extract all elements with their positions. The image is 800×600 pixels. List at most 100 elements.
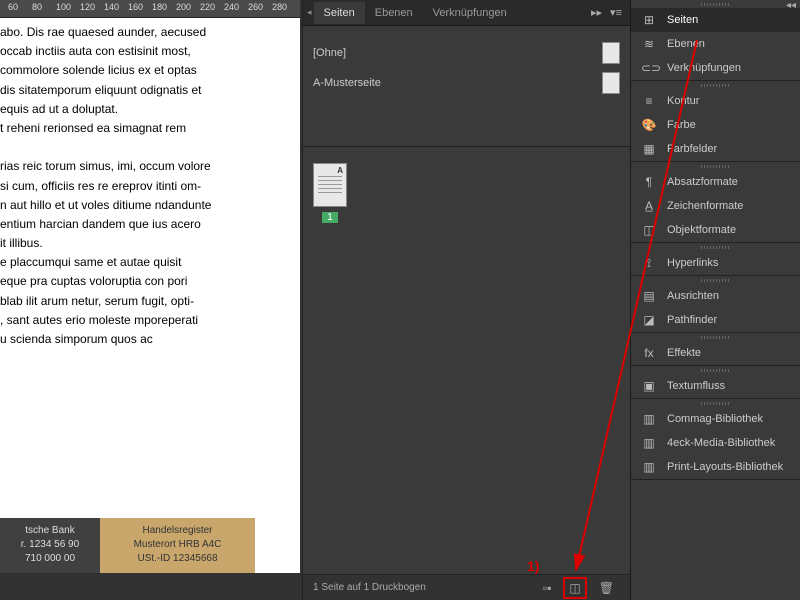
master-none[interactable]: [Ohne] [313,42,620,64]
absatzformate-icon: ¶ [641,175,657,189]
panel-item-label: Seiten [667,14,698,26]
panel-item-print-layouts-bibliothek[interactable]: ▥ Print-Layouts-Bibliothek [631,455,800,479]
pages-panel-footer: 1 Seite auf 1 Druckbogen ▫▪ ◫ 🗑 [303,574,630,600]
master-none-thumb[interactable] [602,42,620,64]
panel-group-grip[interactable] [631,399,800,407]
panel-item--eck-media-bibliothek[interactable]: ▥ 4eck-Media-Bibliothek [631,431,800,455]
panel-group-grip[interactable] [631,162,800,170]
annotation-label: 1) [527,558,539,574]
panel-item-label: Ausrichten [667,290,719,302]
panel-item-pathfinder[interactable]: ◪ Pathfinder [631,308,800,332]
master-pages-area: [Ohne] A-Musterseite [303,26,630,146]
panel-item-label: Farbfelder [667,143,717,155]
body-text-line [0,139,290,155]
panel-item-ebenen[interactable]: ≋ Ebenen [631,32,800,56]
panel-item-label: Objektformate [667,224,736,236]
panel-grip-icon[interactable]: ◂ [307,7,312,18]
tab-verknuepfungen[interactable]: Verknüpfungen [423,2,517,24]
panel-item-verkn-pfungen[interactable]: ⊂⊃ Verknüpfungen [631,56,800,80]
textumfluss-icon: ▣ [641,379,657,393]
verkn-pfungen-icon: ⊂⊃ [641,61,657,75]
panel-item-label: Commag-Bibliothek [667,413,763,425]
body-text-line: rias reic torum simus, imi, occum volore [0,158,290,174]
panel-item-label: Hyperlinks [667,257,718,269]
panel-item-ausrichten[interactable]: ▤ Ausrichten [631,284,800,308]
body-text-line: abo. Dis rae quaesed aunder, aecused [0,24,290,40]
panel-group-grip[interactable] [631,0,800,8]
ausrichten-icon: ▤ [641,289,657,303]
panel-item-label: Print-Layouts-Bibliothek [667,461,783,473]
panel-item-label: Ebenen [667,38,705,50]
panel-group-grip[interactable] [631,276,800,284]
panel-item-seiten[interactable]: ⊞ Seiten [631,8,800,32]
panel-item-zeichenformate[interactable]: A̲ Zeichenformate [631,194,800,218]
panel-item-label: Kontur [667,95,699,107]
body-text-line: it illibus. [0,235,290,251]
print-layouts-bibliothek-icon: ▥ [641,460,657,474]
body-text-line: , sant autes erio moleste mporeperati [0,312,290,328]
panel-item-label: Pathfinder [667,314,717,326]
ebenen-icon: ≋ [641,37,657,51]
footer-bank: tsche Bank r. 1234 56 90 710 000 00 [0,518,100,573]
page-footer: tsche Bank r. 1234 56 90 710 000 00 Hand… [0,518,255,573]
panel-item-label: Verknüpfungen [667,62,741,74]
collapse-panel-icon[interactable]: ▸▸ [587,6,606,19]
body-text-line: t reheni rerionsed ea simagnat rem [0,120,290,136]
master-a[interactable]: A-Musterseite [313,72,620,94]
horizontal-ruler: 6080100120140160180200220240260280 [0,0,300,18]
body-text-line: e placcumqui same et autae quisit [0,254,290,270]
document-page: abo. Dis rae quaesed aunder, aecused occa… [0,18,300,573]
panel-group-grip[interactable] [631,243,800,251]
-eck-media-bibliothek-icon: ▥ [641,436,657,450]
body-text-line: eque pra cuptas voloruptia con pori [0,273,290,289]
body-text-line: occab inctiis auta con estisinit most, [0,43,290,59]
panel-item-objektformate[interactable]: ◫ Objektformate [631,218,800,242]
body-text-line: entium harcian dandem que ius acero [0,216,290,232]
body-text-line: equis ad ut a doluptat. [0,101,290,117]
panel-item-farbe[interactable]: 🎨 Farbe [631,113,800,137]
pages-panel: ◂ Seiten Ebenen Verknüpfungen ▸▸ ▾≡ [Ohn… [302,0,630,600]
seiten-icon: ⊞ [641,13,657,27]
panel-item-label: Farbe [667,119,696,131]
zeichenformate-icon: A̲ [641,199,657,213]
panel-group-grip[interactable] [631,333,800,341]
page-1-thumb[interactable]: A [313,163,347,207]
body-text-line: u scienda simporum quos ac [0,331,290,347]
new-page-icon[interactable]: ◫ [563,577,586,599]
panel-item-label: Effekte [667,347,701,359]
pathfinder-icon: ◪ [641,313,657,327]
document-pages-area: A 1 [303,146,630,546]
body-text-line: commolore solende licius ex et optas [0,62,290,78]
hyperlinks-icon: ⟟ [641,256,657,271]
panel-item-farbfelder[interactable]: ▦ Farbfelder [631,137,800,161]
farbe-icon: 🎨 [641,118,657,132]
panel-item-commag-bibliothek[interactable]: ▥Commag-Bibliothek [631,407,800,431]
expand-panels-icon[interactable]: ◂◂ [782,0,800,14]
pages-panel-tabs: ◂ Seiten Ebenen Verknüpfungen ▸▸ ▾≡ [303,0,630,26]
farbfelder-icon: ▦ [641,142,657,156]
panel-item-label: 4eck-Media-Bibliothek [667,437,775,449]
panel-item-hyperlinks[interactable]: ⟟ Hyperlinks [631,251,800,275]
panel-item-textumfluss[interactable]: ▣ Textumfluss [631,374,800,398]
page-1-number: 1 [322,212,338,223]
pages-status-text: 1 Seite auf 1 Druckbogen [313,582,426,593]
panel-item-label: Zeichenformate [667,200,743,212]
panel-item-kontur[interactable]: ≡ Kontur [631,89,800,113]
panel-item-label: Textumfluss [667,380,725,392]
panel-menu-icon[interactable]: ▾≡ [606,6,626,19]
tab-ebenen[interactable]: Ebenen [365,2,423,24]
delete-page-icon[interactable]: 🗑 [599,581,614,595]
panel-group-grip[interactable] [631,81,800,89]
objektformate-icon: ◫ [641,223,657,237]
tab-seiten[interactable]: Seiten [314,2,365,24]
panel-item-absatzformate[interactable]: ¶Absatzformate [631,170,800,194]
footer-register: Handelsregister Musterort HRB A4C USt.-I… [100,518,255,573]
edit-page-size-icon[interactable]: ▫▪ [543,581,552,595]
panel-group-grip[interactable] [631,366,800,374]
panel-item-effekte[interactable]: fx Effekte [631,341,800,365]
effekte-icon: fx [641,346,657,360]
master-a-thumb[interactable] [602,72,620,94]
kontur-icon: ≡ [641,94,657,108]
body-text-line: dis sitatemporum eliquunt odignatis et [0,82,290,98]
page-1-thumb-wrap[interactable]: A 1 [313,163,347,225]
